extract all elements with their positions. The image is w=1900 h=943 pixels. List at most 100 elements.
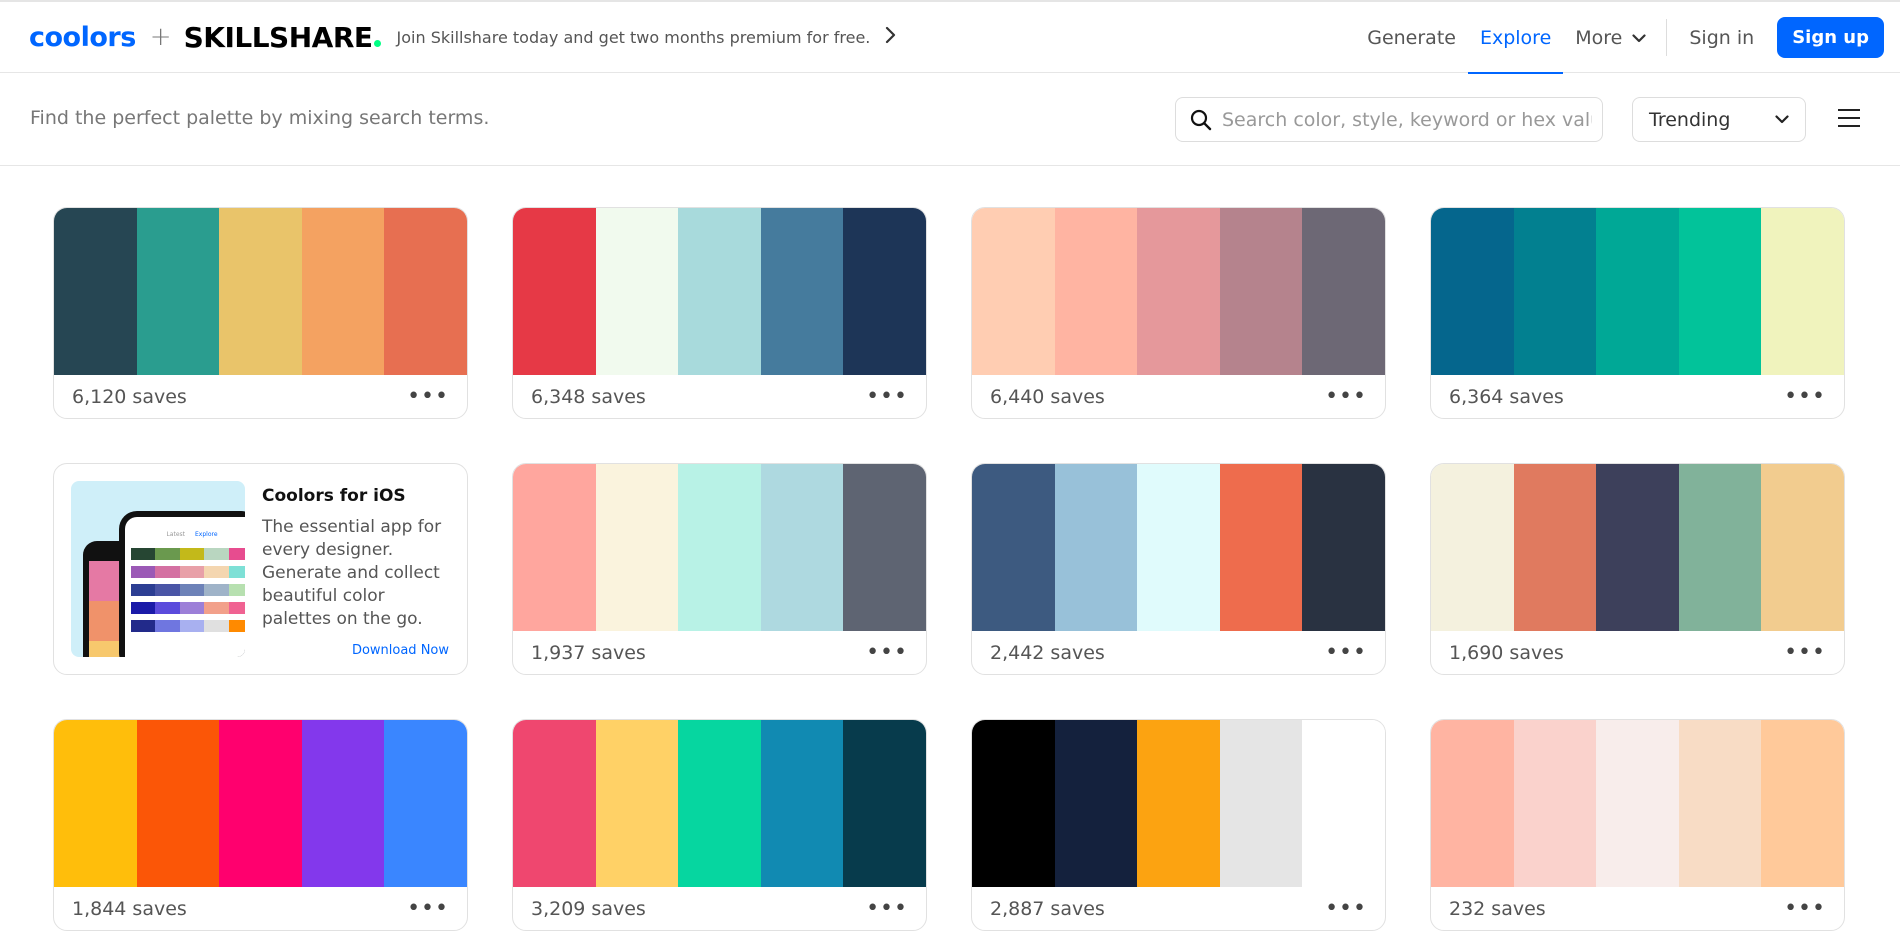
- color-swatch[interactable]: [1678, 464, 1762, 631]
- color-swatch[interactable]: [1219, 208, 1303, 375]
- color-swatch[interactable]: [760, 464, 844, 631]
- color-swatch[interactable]: [54, 720, 137, 887]
- more-options-icon[interactable]: •••: [866, 897, 908, 920]
- color-swatch[interactable]: [1137, 208, 1220, 375]
- more-options-icon[interactable]: •••: [1784, 897, 1826, 920]
- palette-card: 6,440 saves •••: [971, 207, 1386, 419]
- search-input[interactable]: [1222, 108, 1592, 131]
- more-options-icon[interactable]: •••: [407, 385, 449, 408]
- palette-card-footer: 6,440 saves •••: [972, 375, 1385, 418]
- more-options-icon[interactable]: •••: [1784, 385, 1826, 408]
- color-swatch[interactable]: [1596, 464, 1679, 631]
- color-swatch[interactable]: [1302, 208, 1385, 375]
- more-options-icon[interactable]: •••: [1325, 641, 1367, 664]
- color-swatch[interactable]: [843, 208, 926, 375]
- palette-swatches[interactable]: [54, 208, 467, 375]
- color-swatch[interactable]: [760, 720, 844, 887]
- palette-card-footer: 6,364 saves •••: [1431, 375, 1844, 418]
- color-swatch[interactable]: [678, 720, 761, 887]
- color-swatch[interactable]: [678, 208, 761, 375]
- color-swatch[interactable]: [1513, 208, 1597, 375]
- color-swatch[interactable]: [843, 720, 926, 887]
- color-swatch[interactable]: [513, 208, 596, 375]
- more-options-icon[interactable]: •••: [1784, 641, 1826, 664]
- sign-up-button[interactable]: Sign up: [1777, 17, 1884, 58]
- search-tagline: Find the perfect palette by mixing searc…: [30, 107, 490, 129]
- color-swatch[interactable]: [1137, 464, 1220, 631]
- color-swatch[interactable]: [1596, 720, 1679, 887]
- palette-swatches[interactable]: [1431, 208, 1844, 375]
- palette-swatches[interactable]: [54, 720, 467, 887]
- color-swatch[interactable]: [54, 208, 137, 375]
- nav-generate[interactable]: Generate: [1355, 2, 1468, 73]
- menu-icon[interactable]: [1838, 109, 1860, 129]
- more-options-icon[interactable]: •••: [866, 385, 908, 408]
- color-swatch[interactable]: [1219, 720, 1303, 887]
- sort-dropdown[interactable]: Trending: [1632, 97, 1806, 142]
- color-swatch[interactable]: [843, 464, 926, 631]
- color-swatch[interactable]: [1513, 464, 1597, 631]
- color-swatch[interactable]: [1054, 464, 1138, 631]
- color-swatch[interactable]: [219, 720, 302, 887]
- sort-value: Trending: [1649, 108, 1731, 131]
- color-swatch[interactable]: [1302, 720, 1385, 887]
- palette-swatches[interactable]: [513, 720, 926, 887]
- search-box[interactable]: [1175, 97, 1603, 142]
- color-swatch[interactable]: [1302, 464, 1385, 631]
- color-swatch[interactable]: [513, 464, 596, 631]
- color-swatch[interactable]: [136, 720, 220, 887]
- color-swatch[interactable]: [1761, 208, 1844, 375]
- color-swatch[interactable]: [1054, 720, 1138, 887]
- nav-more[interactable]: More: [1563, 2, 1658, 73]
- more-options-icon[interactable]: •••: [407, 897, 449, 920]
- nav-explore[interactable]: Explore: [1467, 2, 1564, 74]
- coolors-logo[interactable]: coolors: [29, 22, 136, 53]
- color-swatch[interactable]: [301, 208, 385, 375]
- color-swatch[interactable]: [972, 208, 1055, 375]
- palette-swatches[interactable]: [513, 464, 926, 631]
- color-swatch[interactable]: [1596, 208, 1679, 375]
- palette-swatches[interactable]: [972, 720, 1385, 887]
- skillshare-logo[interactable]: SKILLSHARE: [184, 21, 381, 54]
- color-swatch[interactable]: [1431, 720, 1514, 887]
- color-swatch[interactable]: [1137, 720, 1220, 887]
- sign-in-link[interactable]: Sign in: [1677, 2, 1766, 73]
- color-swatch[interactable]: [1431, 208, 1514, 375]
- color-swatch[interactable]: [595, 208, 679, 375]
- color-swatch[interactable]: [1513, 720, 1597, 887]
- color-swatch[interactable]: [384, 208, 467, 375]
- chevron-right-icon[interactable]: [884, 25, 896, 50]
- color-swatch[interactable]: [384, 720, 467, 887]
- download-now-link[interactable]: Download Now: [352, 643, 449, 658]
- color-swatch[interactable]: [595, 720, 679, 887]
- color-swatch[interactable]: [1054, 208, 1138, 375]
- skillshare-logo-text: SKILLSHARE: [183, 20, 373, 54]
- color-swatch[interactable]: [1219, 464, 1303, 631]
- palette-swatches[interactable]: [972, 464, 1385, 631]
- color-swatch[interactable]: [1761, 464, 1844, 631]
- color-swatch[interactable]: [219, 208, 302, 375]
- color-swatch[interactable]: [1678, 208, 1762, 375]
- promo-text[interactable]: Join Skillshare today and get two months…: [397, 28, 871, 47]
- color-swatch[interactable]: [1431, 464, 1514, 631]
- more-options-icon[interactable]: •••: [866, 641, 908, 664]
- save-count: 6,440 saves: [990, 385, 1105, 408]
- palette-swatches[interactable]: [1431, 464, 1844, 631]
- color-swatch[interactable]: [972, 464, 1055, 631]
- color-swatch[interactable]: [1678, 720, 1762, 887]
- color-swatch[interactable]: [972, 720, 1055, 887]
- color-swatch[interactable]: [760, 208, 844, 375]
- save-count: 1,690 saves: [1449, 641, 1564, 664]
- color-swatch[interactable]: [678, 464, 761, 631]
- color-swatch[interactable]: [1761, 720, 1844, 887]
- more-options-icon[interactable]: •••: [1325, 897, 1367, 920]
- palette-swatches[interactable]: [972, 208, 1385, 375]
- palette-swatches[interactable]: [1431, 720, 1844, 887]
- more-options-icon[interactable]: •••: [1325, 385, 1367, 408]
- palette-swatches[interactable]: [513, 208, 926, 375]
- color-swatch[interactable]: [595, 464, 679, 631]
- color-swatch[interactable]: [136, 208, 220, 375]
- color-swatch[interactable]: [513, 720, 596, 887]
- ios-app-promo-card[interactable]: Latest Explore Coolors for iOS The essent…: [53, 463, 468, 675]
- color-swatch[interactable]: [301, 720, 385, 887]
